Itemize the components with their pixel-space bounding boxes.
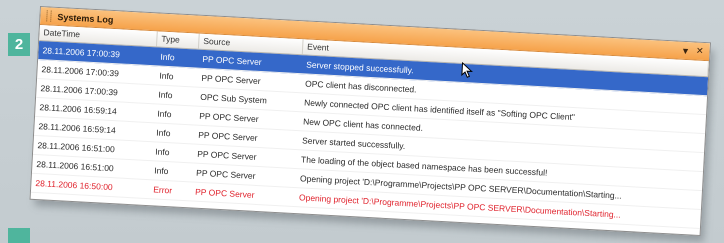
screenshot-stage: 2 Systems Log ▼ ✕ DateTime Type Source E… bbox=[0, 0, 724, 243]
drag-grip-icon[interactable] bbox=[46, 10, 52, 22]
cell-type: Info bbox=[157, 108, 172, 120]
mouse-cursor-icon bbox=[461, 61, 473, 78]
next-step-badge bbox=[8, 228, 30, 243]
cell-type: Info bbox=[160, 51, 175, 63]
cell-type: Info bbox=[156, 127, 171, 139]
cell-type: Info bbox=[155, 146, 170, 158]
step-number-badge: 2 bbox=[8, 33, 30, 56]
pin-icon[interactable]: ▼ bbox=[681, 45, 690, 55]
cell-type: Info bbox=[159, 70, 174, 82]
cell-type: Error bbox=[152, 184, 173, 196]
close-icon[interactable]: ✕ bbox=[696, 46, 704, 57]
systems-log-window: Systems Log ▼ ✕ DateTime Type Source Eve… bbox=[29, 6, 712, 237]
cell-type: Info bbox=[154, 165, 169, 177]
column-header-type[interactable]: Type bbox=[156, 31, 200, 49]
cell-type: Info bbox=[158, 89, 173, 101]
